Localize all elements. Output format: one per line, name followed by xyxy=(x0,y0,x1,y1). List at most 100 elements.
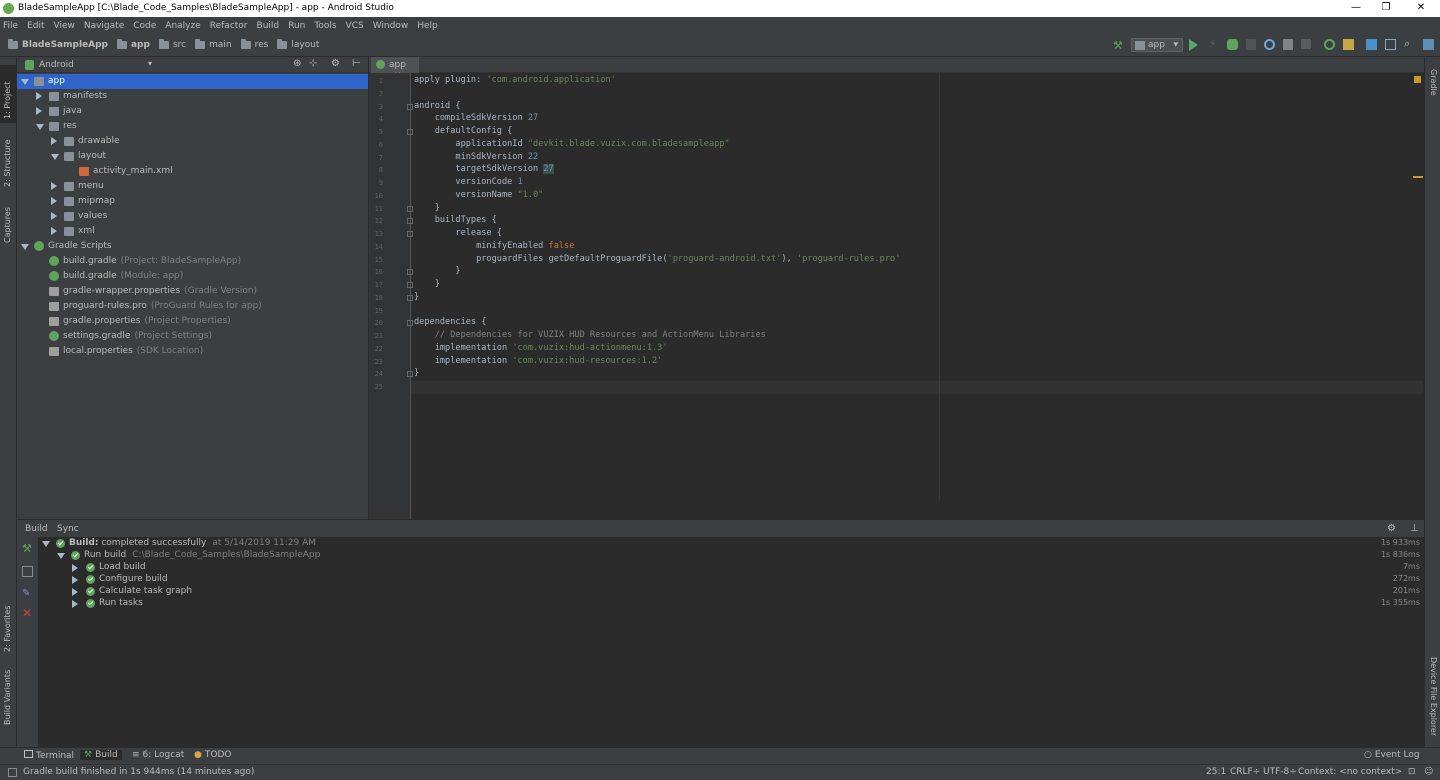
menu-code[interactable]: Code xyxy=(133,21,156,31)
make-project-hammer-icon[interactable]: ⚒ xyxy=(1113,39,1125,52)
collapse-arrow-icon[interactable] xyxy=(72,588,78,596)
tab-build[interactable]: Build xyxy=(25,524,48,534)
menu-edit[interactable]: Edit xyxy=(27,21,44,31)
sync-gradle-icon[interactable] xyxy=(1324,39,1335,50)
attach-debugger-icon[interactable] xyxy=(1264,39,1275,50)
line-separator[interactable]: CRLF÷ xyxy=(1230,767,1260,777)
expand-arrow-icon[interactable] xyxy=(51,154,59,160)
collapse-arrow-icon[interactable] xyxy=(36,107,42,115)
build-tree-row[interactable]: Load build 7ms xyxy=(38,562,1424,574)
gear-icon[interactable]: ⚙ xyxy=(1387,523,1396,534)
tree-item[interactable]: gradle.properties (Project Properties) xyxy=(17,314,368,329)
fold-marker-icon[interactable] xyxy=(407,218,413,225)
menu-window[interactable]: Window xyxy=(373,21,409,31)
terminal-tab[interactable]: Terminal xyxy=(20,750,78,761)
menu-refactor[interactable]: Refactor xyxy=(210,21,248,31)
structure-tool-label[interactable]: 2: Structure xyxy=(3,139,12,187)
collapse-arrow-icon[interactable] xyxy=(72,576,78,584)
menu-file[interactable]: File xyxy=(3,21,18,31)
fold-marker-icon[interactable] xyxy=(407,103,413,110)
build-tree-row[interactable]: Run tasks 1s 355ms xyxy=(38,598,1424,610)
breadcrumb-item-5[interactable]: layout xyxy=(277,39,319,50)
collapse-all-icon[interactable]: ⊹ xyxy=(309,58,317,69)
build-variants-tool-label[interactable]: Build Variants xyxy=(3,670,12,725)
project-tool-label[interactable]: 1: Project xyxy=(3,81,12,119)
tree-item[interactable]: build.gradle (Module: app) xyxy=(17,269,368,284)
tree-item[interactable]: app xyxy=(17,74,368,89)
logcat-tab[interactable]: ≡ 6: Logcat xyxy=(128,750,188,760)
run-icon[interactable] xyxy=(1189,39,1198,51)
device-file-explorer-label[interactable]: Device File Explorer xyxy=(1429,657,1438,736)
scroll-from-source-icon[interactable]: ⊛ xyxy=(293,58,301,69)
breadcrumb-item-1[interactable]: app xyxy=(116,39,150,50)
restore-button[interactable]: ❐ xyxy=(1373,1,1399,15)
hide-panel-icon[interactable]: ⊥ xyxy=(1410,523,1419,534)
close-icon[interactable]: ✕ xyxy=(22,606,32,620)
avd-manager-icon[interactable] xyxy=(1343,39,1354,50)
project-view-mode[interactable]: Android xyxy=(39,60,74,70)
layout-inspector-icon[interactable] xyxy=(1423,39,1434,50)
captures-tool-label[interactable]: Captures xyxy=(3,207,12,243)
hide-panel-icon[interactable]: ⊢ xyxy=(352,58,361,69)
build-tree-row[interactable]: Run build C:\Blade_Code_Samples\BladeSamp… xyxy=(38,550,1424,562)
tree-item[interactable]: build.gradle (Project: BladeSampleApp) xyxy=(17,254,368,269)
breadcrumb-item-4[interactable]: res xyxy=(240,39,268,50)
tree-item[interactable]: mipmap xyxy=(17,194,368,209)
debug-icon[interactable] xyxy=(1227,39,1238,50)
collapse-arrow-icon[interactable] xyxy=(51,137,57,145)
build-tree-row[interactable]: Calculate task graph 201ms xyxy=(38,586,1424,598)
context-indicator[interactable]: Context: <no context> xyxy=(1298,767,1402,777)
close-window-button[interactable]: ✕ xyxy=(1408,1,1434,15)
expand-arrow-icon[interactable] xyxy=(57,553,65,559)
rebuild-hammer-icon[interactable]: ⚒ xyxy=(22,542,32,555)
expand-arrow-icon[interactable] xyxy=(21,244,29,250)
tree-item[interactable]: res xyxy=(17,119,368,134)
run-config-select[interactable]: app ▾ xyxy=(1131,38,1183,52)
editor-tab-app[interactable]: app × xyxy=(371,57,419,80)
tree-item[interactable]: menu xyxy=(17,179,368,194)
project-structure-icon[interactable] xyxy=(1385,39,1396,50)
toggle-view-icon[interactable] xyxy=(22,566,33,577)
tree-item[interactable]: local.properties (SDK Location) xyxy=(17,344,368,359)
breadcrumb-item-3[interactable]: main xyxy=(195,39,232,50)
tree-item[interactable]: layout xyxy=(17,149,368,164)
tree-item[interactable]: values xyxy=(17,209,368,224)
event-log-tab[interactable]: ○ Event Log xyxy=(1360,750,1424,760)
collapse-arrow-icon[interactable] xyxy=(51,212,57,220)
collapse-arrow-icon[interactable] xyxy=(36,92,42,100)
fold-marker-icon[interactable] xyxy=(407,269,413,276)
fold-marker-icon[interactable] xyxy=(407,320,413,327)
menu-tools[interactable]: Tools xyxy=(314,21,336,31)
tree-item[interactable]: java xyxy=(17,104,368,119)
collapse-arrow-icon[interactable] xyxy=(72,600,78,608)
tree-item[interactable]: drawable xyxy=(17,134,368,149)
menu-run[interactable]: Run xyxy=(288,21,305,31)
gradle-tool-label[interactable]: Gradle xyxy=(1429,69,1438,96)
gear-icon[interactable]: ⚙ xyxy=(331,58,340,69)
fold-marker-icon[interactable] xyxy=(407,294,413,301)
collapse-arrow-icon[interactable] xyxy=(51,227,57,235)
coverage-icon[interactable] xyxy=(1283,39,1293,50)
sdk-manager-icon[interactable] xyxy=(1366,39,1377,50)
fold-marker-icon[interactable] xyxy=(407,231,413,237)
chevron-down-icon[interactable]: ▾ xyxy=(148,59,152,68)
tree-item[interactable]: proguard-rules.pro (ProGuard Rules for ap… xyxy=(17,299,368,314)
tool-windows-toggle-icon[interactable] xyxy=(8,768,17,777)
status-message[interactable]: Gradle build finished in 1s 944ms (14 mi… xyxy=(23,767,254,777)
menu-navigate[interactable]: Navigate xyxy=(84,21,124,31)
build-tree-row[interactable]: Configure build 272ms xyxy=(38,574,1424,586)
collapse-arrow-icon[interactable] xyxy=(51,197,57,205)
file-encoding[interactable]: UTF-8÷ xyxy=(1263,767,1297,777)
expand-arrow-icon[interactable] xyxy=(42,541,50,547)
stop-icon[interactable] xyxy=(1301,39,1311,49)
favorites-tool-label[interactable]: 2: Favorites xyxy=(3,606,12,652)
tree-item[interactable]: settings.gradle (Project Settings) xyxy=(17,329,368,344)
expand-arrow-icon[interactable] xyxy=(36,124,44,130)
minimize-button[interactable]: — xyxy=(1343,1,1369,15)
tree-item[interactable]: manifests xyxy=(17,89,368,104)
error-stripe-mark[interactable] xyxy=(1413,176,1423,178)
fold-marker-icon[interactable] xyxy=(407,371,413,378)
build-tree-row[interactable]: Build: completed successfully at 5/14/201… xyxy=(38,538,1424,550)
apply-changes-icon[interactable]: ⚡ xyxy=(1209,39,1217,51)
breadcrumb-item-0[interactable]: BladeSampleApp xyxy=(8,39,108,50)
